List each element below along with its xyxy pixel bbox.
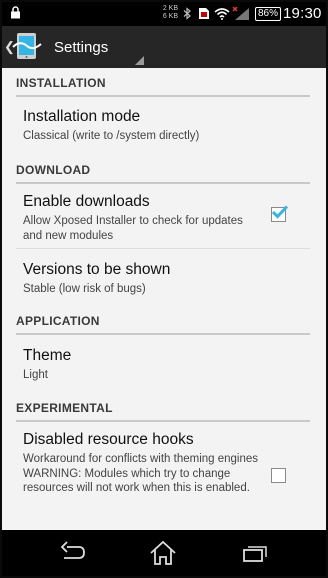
status-bar: 2 KB 6 KB 86% 19:30 <box>2 2 326 26</box>
net-down-value: 6 KB <box>162 13 178 20</box>
pref-theme[interactable]: Theme Light <box>2 335 326 387</box>
pref-title: Theme <box>23 347 72 364</box>
pref-title: Installation mode <box>23 108 141 125</box>
action-bar: ❮ Settings <box>2 26 326 68</box>
settings-list[interactable]: INSTALLATION Installation mode Classical… <box>2 68 326 530</box>
clock: 19:30 <box>283 5 322 22</box>
sim-icon <box>198 7 210 25</box>
pref-summary: Allow Xposed Installer to check for upda… <box>23 215 243 242</box>
pref-summary: Classical (write to /system directly) <box>23 130 200 142</box>
disabled-resource-hooks-checkbox[interactable] <box>271 468 286 483</box>
network-speed: 2 KB 6 KB <box>152 5 178 21</box>
screen-title: Settings <box>54 39 109 56</box>
pref-enable-downloads[interactable]: Enable downloads Allow Xposed Installer … <box>2 184 326 246</box>
wifi-icon <box>214 7 230 25</box>
pref-installation-mode[interactable]: Installation mode Classical (write to /s… <box>2 97 326 147</box>
pref-versions-shown[interactable]: Versions to be shown Stable (low risk of… <box>2 249 326 301</box>
enable-downloads-checkbox[interactable] <box>271 205 288 222</box>
pref-summary: Stable (low risk of bugs) <box>23 283 146 295</box>
category-download: DOWNLOAD <box>16 163 91 177</box>
pref-title: Versions to be shown <box>23 261 171 278</box>
back-icon[interactable] <box>58 540 88 566</box>
pref-summary: Workaround for conflicts with theming en… <box>23 453 259 494</box>
screen: 2 KB 6 KB 86% 19:30 ❮ Settings INSTALLAT… <box>2 2 326 576</box>
home-icon[interactable] <box>148 540 178 566</box>
recents-icon[interactable] <box>238 540 268 566</box>
category-installation: INSTALLATION <box>16 76 106 90</box>
net-up-value: 2 KB <box>162 5 178 12</box>
bluetooth-icon <box>183 7 192 25</box>
category-application: APPLICATION <box>16 314 100 328</box>
navigation-bar <box>2 530 326 576</box>
lock-icon <box>10 6 21 24</box>
spinner-indicator[interactable] <box>135 56 144 65</box>
signal-icon <box>232 6 250 26</box>
category-experimental: EXPERIMENTAL <box>16 401 113 415</box>
pref-summary: Light <box>23 369 48 381</box>
pref-title: Enable downloads <box>23 193 150 210</box>
pref-disabled-resource-hooks[interactable]: Disabled resource hooks Workaround for c… <box>2 422 326 530</box>
battery-indicator: 86% <box>255 7 282 21</box>
pref-title: Disabled resource hooks <box>23 431 194 448</box>
checkmark-icon <box>271 205 288 219</box>
xposed-app-icon[interactable] <box>12 31 42 61</box>
